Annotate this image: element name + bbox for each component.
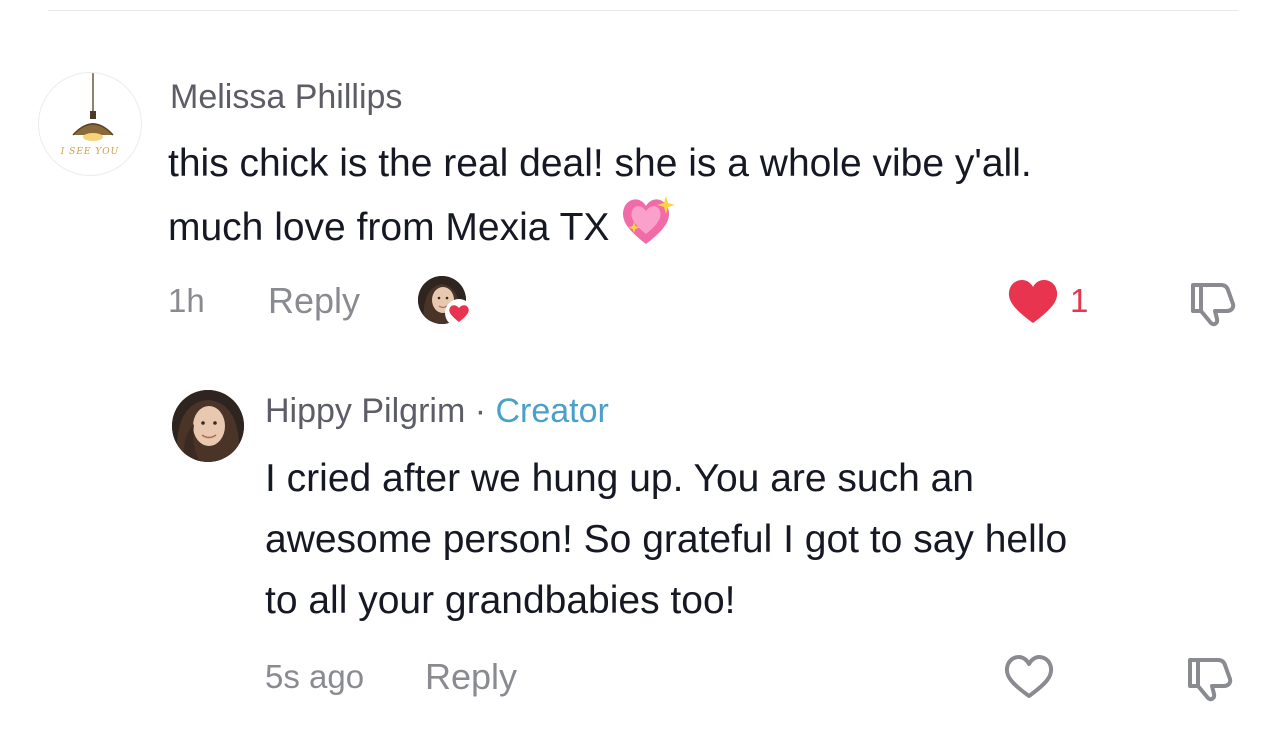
comment-username[interactable]: Melissa Phillips (170, 78, 402, 117)
reply-timestamp: 5s ago (265, 658, 365, 695)
sparkling-heart-icon (620, 194, 676, 264)
reply-reply-button[interactable]: Reply (425, 656, 517, 698)
reply-text-line-2: awesome person! So grateful I got to say… (265, 518, 1068, 561)
like-heart-outline-icon[interactable] (1002, 654, 1056, 705)
top-divider (48, 10, 1238, 11)
reply-text-line-3: to all your grandbabies too! (265, 579, 736, 622)
comment-text-line-2: much love from Mexia TX (168, 194, 1032, 264)
avatar-logo-text: I SEE YOU (60, 147, 120, 157)
like-count: 1 (1070, 282, 1089, 319)
reply-username-row: Hippy Pilgrim · Creator (265, 392, 609, 431)
dislike-icon[interactable] (1183, 279, 1239, 332)
creator-badge: Creator (495, 392, 609, 430)
comment-text-line-2-text: much love from Mexia TX (168, 206, 610, 249)
comment-timestamp: 1h (168, 282, 205, 319)
lamp-icon (72, 73, 114, 141)
avatar-melissa-phillips[interactable]: I SEE YOU (38, 72, 142, 176)
name-separator: · (465, 392, 496, 430)
reply-username[interactable]: Hippy Pilgrim (265, 392, 465, 430)
dislike-icon[interactable] (1180, 654, 1236, 707)
comment-reply-button[interactable]: Reply (268, 280, 360, 322)
comment-text-line-1: this chick is the real deal! she is a wh… (168, 142, 1032, 185)
mini-heart-icon (444, 298, 474, 328)
reply-text-line-1: I cried after we hung up. You are such a… (265, 457, 974, 500)
like-heart-icon[interactable] (1006, 279, 1060, 330)
reply-text: I cried after we hung up. You are such a… (265, 448, 1067, 631)
avatar-hippy-pilgrim[interactable] (172, 390, 244, 462)
comment-text: this chick is the real deal! she is a wh… (168, 133, 1032, 264)
creator-liked-indicator (418, 276, 473, 327)
